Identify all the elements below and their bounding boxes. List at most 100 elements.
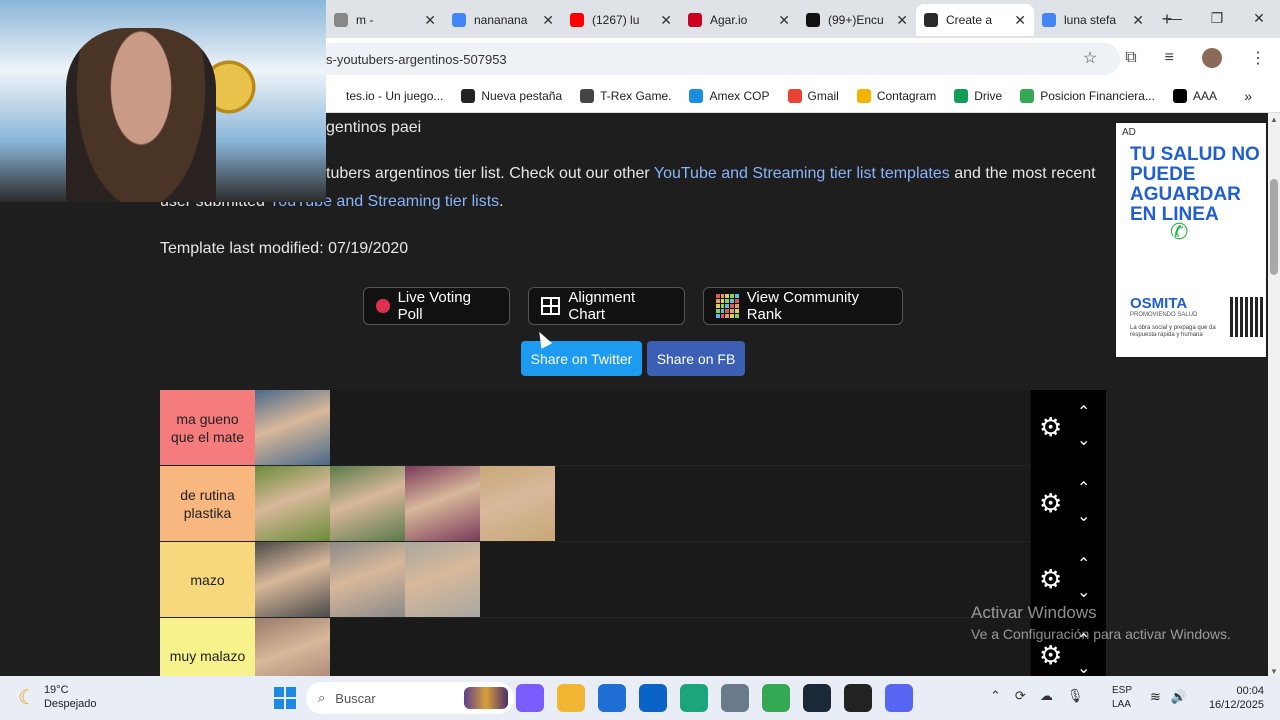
alignment-chart-button[interactable]: Alignment Chart [528,287,685,325]
store-icon[interactable] [598,684,626,712]
taskbar-search[interactable]: ⌕ Buscar [306,682,514,714]
tab-close-icon[interactable]: ✕ [1132,12,1144,29]
gear-icon[interactable]: ⚙ [1039,642,1062,668]
tier-item-thumbnail[interactable] [330,466,405,541]
tab-favicon-icon [1042,13,1056,27]
browser-tab[interactable]: (1267) lu ✕ [562,4,680,36]
bookmark-label: Nueva pestaña [481,89,563,103]
bookmark-item[interactable]: Gmail [787,89,839,103]
tab-close-icon[interactable]: ✕ [896,12,908,29]
url-field[interactable]: s-youtubers-argentinos-507953 [200,43,1120,75]
start-icon[interactable] [274,687,296,709]
sync-icon[interactable]: ⟳ [1015,688,1026,704]
community-rank-button[interactable]: View Community Rank [703,287,903,325]
ad-small-text: La obra social y prepaga que da respuest… [1130,325,1216,338]
tier-item-thumbnail[interactable] [480,466,555,541]
bookmark-star-icon[interactable]: ☆ [1083,48,1097,68]
tier-items[interactable] [255,390,1030,465]
gear-icon[interactable]: ⚙ [1039,566,1062,592]
language-indicator[interactable]: ESP LAA [1112,684,1132,712]
extensions-icon[interactable]: ⧉ [1125,49,1136,67]
live-voting-poll-button[interactable]: Live Voting Poll [363,287,510,325]
tab-close-icon[interactable]: ✕ [660,12,672,29]
chevron-down-icon[interactable]: ⌄ [1077,658,1090,676]
tier-item-thumbnail[interactable] [255,542,330,617]
scroll-down-icon[interactable]: ▼ [1270,667,1278,676]
scrollbar-thumb[interactable] [1270,179,1278,275]
browser-tab[interactable]: luna stefa ✕ [1034,4,1152,36]
tier-item-thumbnail[interactable] [255,466,330,541]
settings-icon[interactable] [721,684,749,712]
tier-item-thumbnail[interactable] [255,618,330,676]
menu-kebab-icon[interactable]: ⋮ [1250,48,1266,68]
outlook-icon[interactable] [639,684,667,712]
chevron-up-icon[interactable]: ⌃ [1077,478,1090,498]
gear-icon[interactable]: ⚙ [1039,490,1062,516]
bookmark-item[interactable]: Drive [954,89,1002,103]
tier-item-thumbnail[interactable] [255,390,330,465]
tier-label[interactable]: mazo [160,542,255,617]
templates-link[interactable]: YouTube and Streaming tier list template… [654,165,950,182]
tier-item-thumbnail[interactable] [405,466,480,541]
restore-icon[interactable]: ❐ [1196,0,1238,36]
chevron-up-icon[interactable]: ⌃ [990,688,1001,704]
bookmark-item[interactable]: T-Rex Game. [580,89,671,103]
network-volume[interactable]: ≋ 🔊 [1150,689,1187,705]
copilot-icon[interactable] [516,684,544,712]
obs-icon[interactable] [844,684,872,712]
browser-tab[interactable]: m - ✕ [326,4,444,36]
address-bar-icons: ☆ ⧉ ≡ ⋮ [1083,48,1266,68]
tier-item-thumbnail[interactable] [330,542,405,617]
tier-controls: ⚙ ⌃ ⌄ [1031,466,1106,542]
discord-icon[interactable] [885,684,913,712]
tier-items[interactable] [255,618,1030,676]
tier-label[interactable]: de rutina plastika [160,466,255,541]
ad-banner[interactable]: AD TU SALUD NO PUEDE AGUARDAR EN LINEA ✆… [1116,123,1266,357]
page-scrollbar[interactable]: ▲ ▼ [1268,113,1280,676]
bookmarks-more-icon[interactable]: » [1244,88,1252,104]
tier-item-thumbnail[interactable] [405,542,480,617]
bookmark-item[interactable]: Posicion Financiera... [1020,89,1155,103]
edge-icon[interactable] [680,684,708,712]
close-window-icon[interactable]: ✕ [1238,0,1280,36]
chevron-down-icon[interactable]: ⌄ [1077,506,1090,526]
microphone-icon[interactable]: 🎙 [1067,688,1084,704]
chrome-icon[interactable] [762,684,790,712]
bookmark-item[interactable]: AAA [1172,89,1217,103]
tier-items[interactable] [255,542,1030,617]
tab-close-icon[interactable]: ✕ [1014,12,1026,29]
clock[interactable]: 00:04 16/12/2025 [1209,684,1264,712]
browser-tab[interactable]: Agar.io ✕ [680,4,798,36]
scroll-up-icon[interactable]: ▲ [1270,115,1278,124]
chevron-up-icon[interactable]: ⌃ [1077,402,1090,422]
description-line: tubers argentinos tier list. Check out o… [326,165,1096,183]
weather-widget[interactable]: ☾ 19°C Despejado [18,683,97,711]
chevron-up-icon[interactable]: ⌃ [1077,554,1090,574]
tier-label[interactable]: muy malazo [160,618,255,676]
tab-close-icon[interactable]: ✕ [778,12,790,29]
steam-icon[interactable] [803,684,831,712]
media-icon[interactable]: ≡ [1165,49,1174,67]
bookmark-item[interactable]: Amex COP [689,89,770,103]
tab-favicon-icon [334,13,348,27]
bookmark-item[interactable]: Contagram [856,89,936,103]
profile-avatar[interactable] [1202,48,1222,68]
cloud-icon[interactable]: ☁ [1040,688,1053,704]
browser-tab[interactable]: (99+)Encu ✕ [798,4,916,36]
bookmark-item[interactable]: Nueva pestaña [461,89,562,103]
tier-label[interactable]: ma gueno que el mate [160,390,255,465]
tab-favicon-icon [806,13,820,27]
activate-windows-subtitle: Ve a Configuración para activar Windows. [971,626,1231,642]
tab-close-icon[interactable]: ✕ [424,12,436,29]
minimize-icon[interactable]: — [1154,0,1196,36]
chevron-down-icon[interactable]: ⌄ [1077,430,1090,450]
browser-tab[interactable]: nananana ✕ [444,4,562,36]
share-facebook-button[interactable]: Share on FB [647,341,745,376]
file-explorer-icon[interactable] [557,684,585,712]
tier-items[interactable] [255,466,1030,541]
gear-icon[interactable]: ⚙ [1039,414,1062,440]
chevron-down-icon[interactable]: ⌄ [1077,582,1090,602]
bookmark-item[interactable]: tes.io - Un juego... [326,89,443,103]
tab-close-icon[interactable]: ✕ [542,12,554,29]
browser-tab[interactable]: Create a ✕ [916,4,1034,36]
